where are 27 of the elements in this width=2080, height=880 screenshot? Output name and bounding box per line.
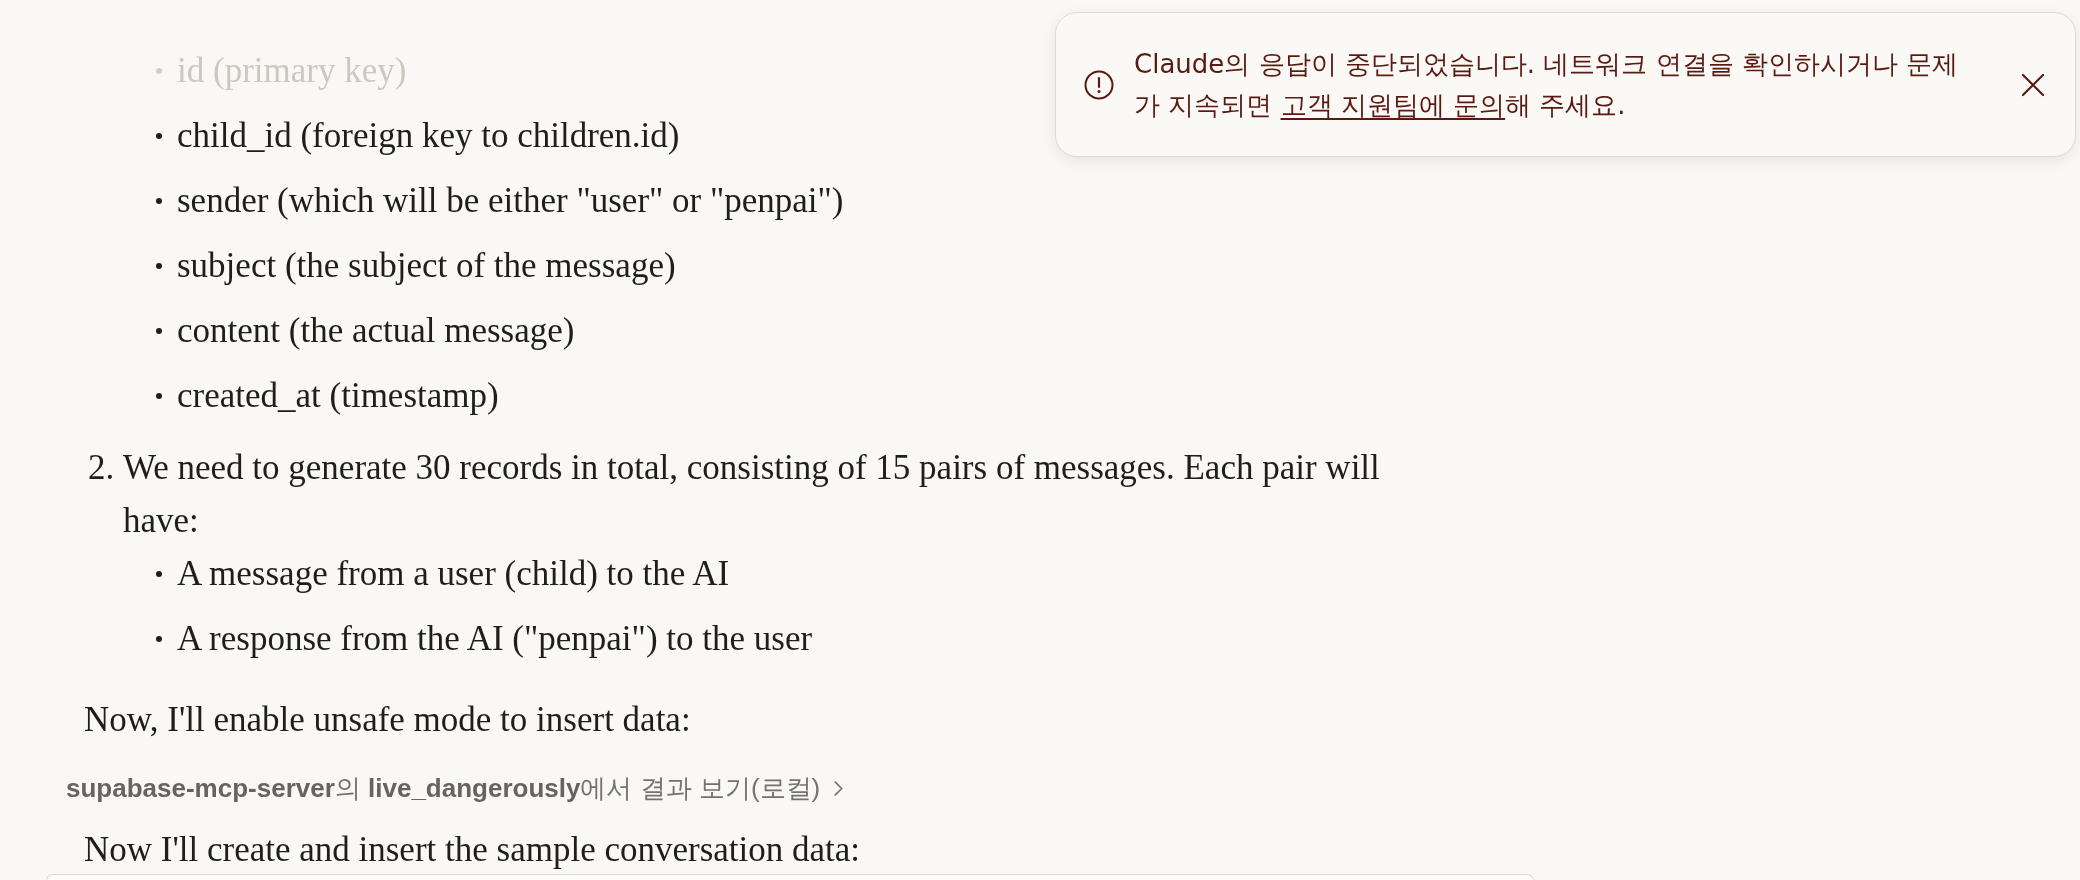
list-item-text: A response from the AI ("penpai") to the user — [177, 618, 813, 660]
bullet-icon — [156, 262, 162, 269]
support-link[interactable]: 고객 지원팀에 문의 — [1280, 89, 1506, 120]
close-icon — [2021, 72, 2045, 97]
chevron-right-icon — [834, 780, 844, 796]
list-item-text: created_at (timestamp) — [177, 375, 499, 417]
list-item-text: sender (which will be either "user" or "penpai") — [177, 180, 844, 222]
bullet-icon — [156, 132, 162, 139]
bullet-icon — [156, 570, 162, 577]
list-item-text: content (the actual message) — [177, 310, 575, 352]
paragraph: Now, I'll enable unsafe mode to insert data: — [84, 699, 691, 741]
close-button[interactable] — [2021, 72, 2045, 97]
list-item-text: A message from a user (child) to the AI — [177, 553, 730, 595]
error-message: Claude의 응답이 중단되었습니다. 네트워크 연결을 확인하시거나 문제가 지속되면 고객 지원팀에 문의해 주세요. — [1134, 47, 1960, 122]
list-item-text: subject (the subject of the message) — [177, 245, 676, 287]
list-item-text: We need to generate 30 records in total, consisting of 15 pairs of messages. Each pair will have: — [123, 447, 1381, 542]
bullet-icon — [156, 635, 162, 642]
bullet-icon — [156, 67, 162, 74]
list-item-text: child_id (foreign key to children.id) — [177, 115, 680, 157]
bullet-icon — [156, 327, 162, 334]
tool-result-link[interactable]: supabase-mcp-server의 live_dangerously에서 결과 보기(로컬) — [66, 768, 844, 808]
bullet-icon — [156, 392, 162, 399]
paragraph: Now I'll create and insert the sample conversation data: — [84, 830, 860, 870]
warning-icon — [1084, 69, 1114, 100]
bullet-icon — [156, 197, 162, 204]
list-number: 2. — [88, 447, 116, 489]
message-input-field[interactable] — [46, 874, 1534, 880]
